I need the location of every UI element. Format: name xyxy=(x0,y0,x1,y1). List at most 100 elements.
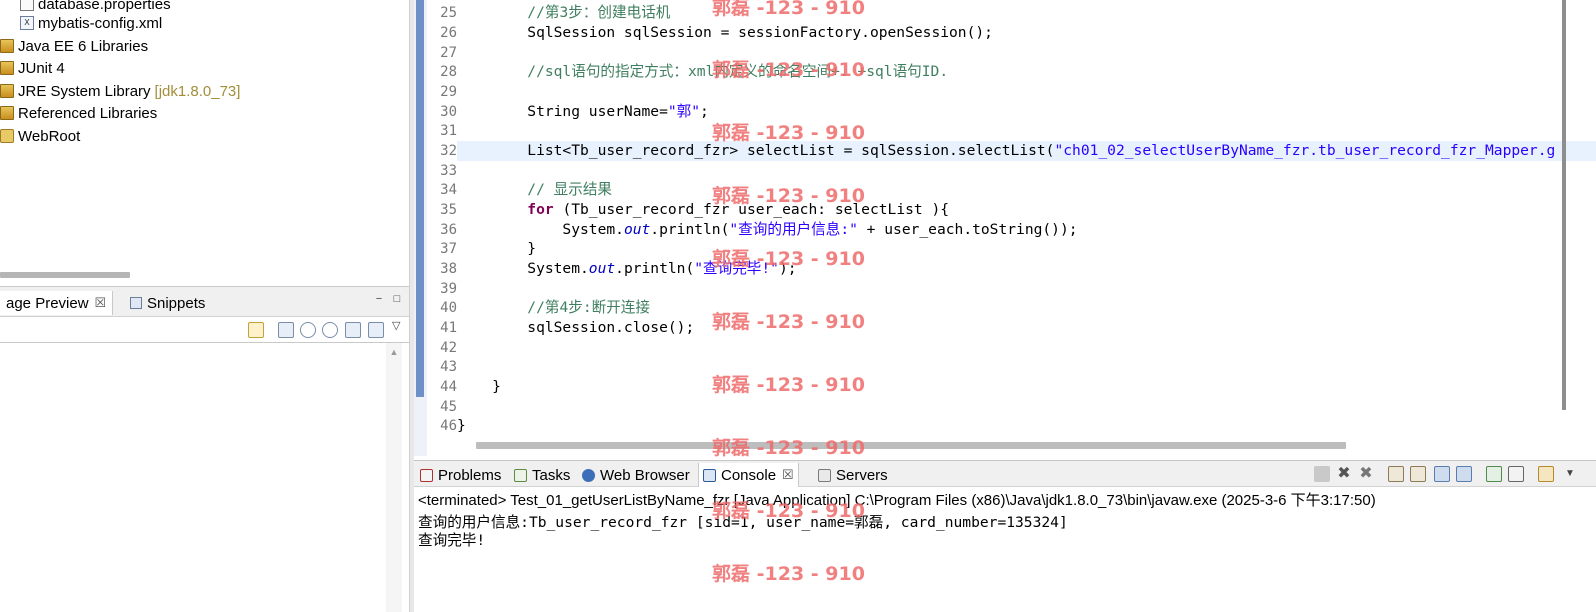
tab-label: Tasks xyxy=(532,466,571,484)
code-line[interactable]: System.out.println("查询完毕!"); xyxy=(457,259,797,279)
problems-icon xyxy=(420,468,433,482)
line-number: 46 xyxy=(440,418,457,434)
line-number: 31 xyxy=(440,123,457,139)
static-field: out xyxy=(588,260,616,277)
tab-servers[interactable]: Servers xyxy=(814,463,892,487)
java-editor[interactable]: 25 26 27 28 29 30 31 32 33 34 35 36 37 3… xyxy=(414,0,1596,456)
tab-label: age Preview xyxy=(6,294,89,312)
tree-item-java-ee-6-libraries[interactable]: Java EE 6 Libraries xyxy=(0,35,148,57)
snippets-icon xyxy=(130,297,142,309)
minimize-icon[interactable]: − xyxy=(374,294,384,305)
tab-tasks[interactable]: Tasks xyxy=(510,463,574,487)
preview-vscroll[interactable] xyxy=(386,343,402,612)
line-number: 32 xyxy=(440,143,457,159)
view-menu-icon[interactable]: ▼ xyxy=(1562,466,1578,482)
line-number: 28 xyxy=(440,64,457,80)
close-icon[interactable]: ☒ xyxy=(782,467,794,483)
tree-item-jre-system-library[interactable]: JRE System Library [jdk1.8.0_73] xyxy=(0,80,240,102)
tree-item-label: Referenced Libraries xyxy=(18,104,158,122)
code-line[interactable]: //第4步:断开连接 xyxy=(457,298,650,318)
tab-label: Console xyxy=(721,466,777,484)
preview-view: age Preview ☒ Snippets − □ ▽ ▲ xyxy=(0,286,409,612)
line-number: 33 xyxy=(440,163,457,179)
terminate-icon[interactable] xyxy=(1314,466,1330,482)
tab-console[interactable]: Console ☒ xyxy=(698,463,799,487)
code-token: ; xyxy=(700,103,709,120)
console-icon xyxy=(703,468,716,482)
tree-item-label: mybatis-config.xml xyxy=(38,14,163,32)
zoom-100-icon[interactable] xyxy=(345,322,361,338)
folder-icon xyxy=(0,129,14,143)
zoom-fit-icon[interactable] xyxy=(278,322,294,338)
code-line[interactable]: } xyxy=(457,239,536,259)
code-token: ); xyxy=(778,260,797,277)
tree-item-webroot[interactable]: WebRoot xyxy=(0,125,80,147)
properties-file-icon xyxy=(20,0,34,11)
code-line[interactable]: for (Tb_user_record_fzr user_each: selec… xyxy=(457,200,949,220)
editor-hscroll[interactable] xyxy=(476,442,1346,449)
pin-console-icon[interactable] xyxy=(1486,466,1502,482)
tab-preview[interactable]: age Preview ☒ xyxy=(0,291,114,315)
code-line[interactable]: String userName="郭"; xyxy=(457,102,709,122)
remove-all-terminated-icon[interactable]: ✖ xyxy=(1358,466,1374,482)
line-number: 27 xyxy=(440,45,457,61)
line-number: 45 xyxy=(440,399,457,415)
zoom-in-icon[interactable] xyxy=(322,322,338,338)
close-icon[interactable]: ☒ xyxy=(95,295,107,311)
tab-snippets[interactable]: Snippets xyxy=(124,291,211,315)
console-output-line: 查询完毕! xyxy=(418,532,486,549)
tree-item-referenced-libraries[interactable]: Referenced Libraries xyxy=(0,102,157,124)
tree-item-label: JRE System Library xyxy=(18,82,151,100)
console-launch-header: <terminated> Test_01_getUserListByName_f… xyxy=(418,492,1376,509)
scroll-up-icon[interactable]: ▲ xyxy=(388,347,400,357)
static-field: out xyxy=(623,221,651,238)
scroll-lock-icon[interactable] xyxy=(1410,466,1426,482)
code-line[interactable]: // 显示结果 xyxy=(457,180,612,200)
tab-label: Web Browser xyxy=(600,466,690,484)
show-on-stderr-icon[interactable] xyxy=(1456,466,1472,482)
tab-problems[interactable]: Problems xyxy=(416,463,505,487)
line-number: 42 xyxy=(440,340,457,356)
maximize-icon[interactable]: □ xyxy=(392,294,402,305)
open-console-icon[interactable] xyxy=(1538,466,1554,482)
library-icon xyxy=(0,106,14,120)
tab-label: Snippets xyxy=(147,294,206,312)
tree-item-label: JUnit 4 xyxy=(18,59,65,77)
package-explorer-hscroll[interactable] xyxy=(0,272,130,278)
preview-toolbar: ▽ xyxy=(0,317,409,343)
line-number: 41 xyxy=(440,320,457,336)
library-icon xyxy=(0,61,14,75)
code-token: String userName= xyxy=(457,103,668,120)
code-line[interactable]: sqlSession.close(); xyxy=(457,318,694,338)
code-line-current[interactable]: List<Tb_user_record_fzr> selectList = sq… xyxy=(457,141,1596,161)
line-number: 39 xyxy=(440,281,457,297)
code-line[interactable]: System.out.println("查询的用户信息:" + user_eac… xyxy=(457,220,1077,240)
remove-launch-icon[interactable]: ✖ xyxy=(1336,466,1352,482)
code-line[interactable]: //sql语句的指定方式：xml内定义的命名空间+. +sql语句ID. xyxy=(457,62,948,82)
code-line[interactable]: } xyxy=(457,416,466,436)
tab-web-browser[interactable]: Web Browser xyxy=(578,463,694,487)
string-literal: "查询的用户信息:" xyxy=(729,221,858,238)
tree-item-mybatis-config[interactable]: X mybatis-config.xml xyxy=(20,12,162,34)
tree-item-junit-4[interactable]: JUnit 4 xyxy=(0,57,65,79)
console-tabbar: Problems Tasks Web Browser Console ☒ Ser… xyxy=(414,461,1596,487)
link-with-editor-icon[interactable] xyxy=(248,322,264,338)
zoom-page-icon[interactable] xyxy=(368,322,384,338)
clear-console-icon[interactable] xyxy=(1388,466,1404,482)
web-browser-icon xyxy=(582,468,595,482)
display-selected-console-icon[interactable] xyxy=(1508,466,1524,482)
show-on-stdout-icon[interactable] xyxy=(1434,466,1450,482)
line-number: 30 xyxy=(440,104,457,120)
editor-range-indicator xyxy=(416,0,424,397)
editor-vscroll[interactable] xyxy=(1562,0,1566,410)
view-menu-icon[interactable]: ▽ xyxy=(392,319,400,332)
zoom-out-icon[interactable] xyxy=(300,322,316,338)
code-token: (Tb_user_record_fzr user_each: selectLis… xyxy=(553,201,950,218)
line-number: 43 xyxy=(440,359,457,375)
line-number: 29 xyxy=(440,84,457,100)
code-line[interactable]: SqlSession sqlSession = sessionFactory.o… xyxy=(457,23,993,43)
keyword: for xyxy=(457,201,554,218)
code-line[interactable]: } xyxy=(457,377,501,397)
line-number: 44 xyxy=(440,379,457,395)
code-line[interactable]: //第3步：创建电话机 xyxy=(457,3,670,23)
